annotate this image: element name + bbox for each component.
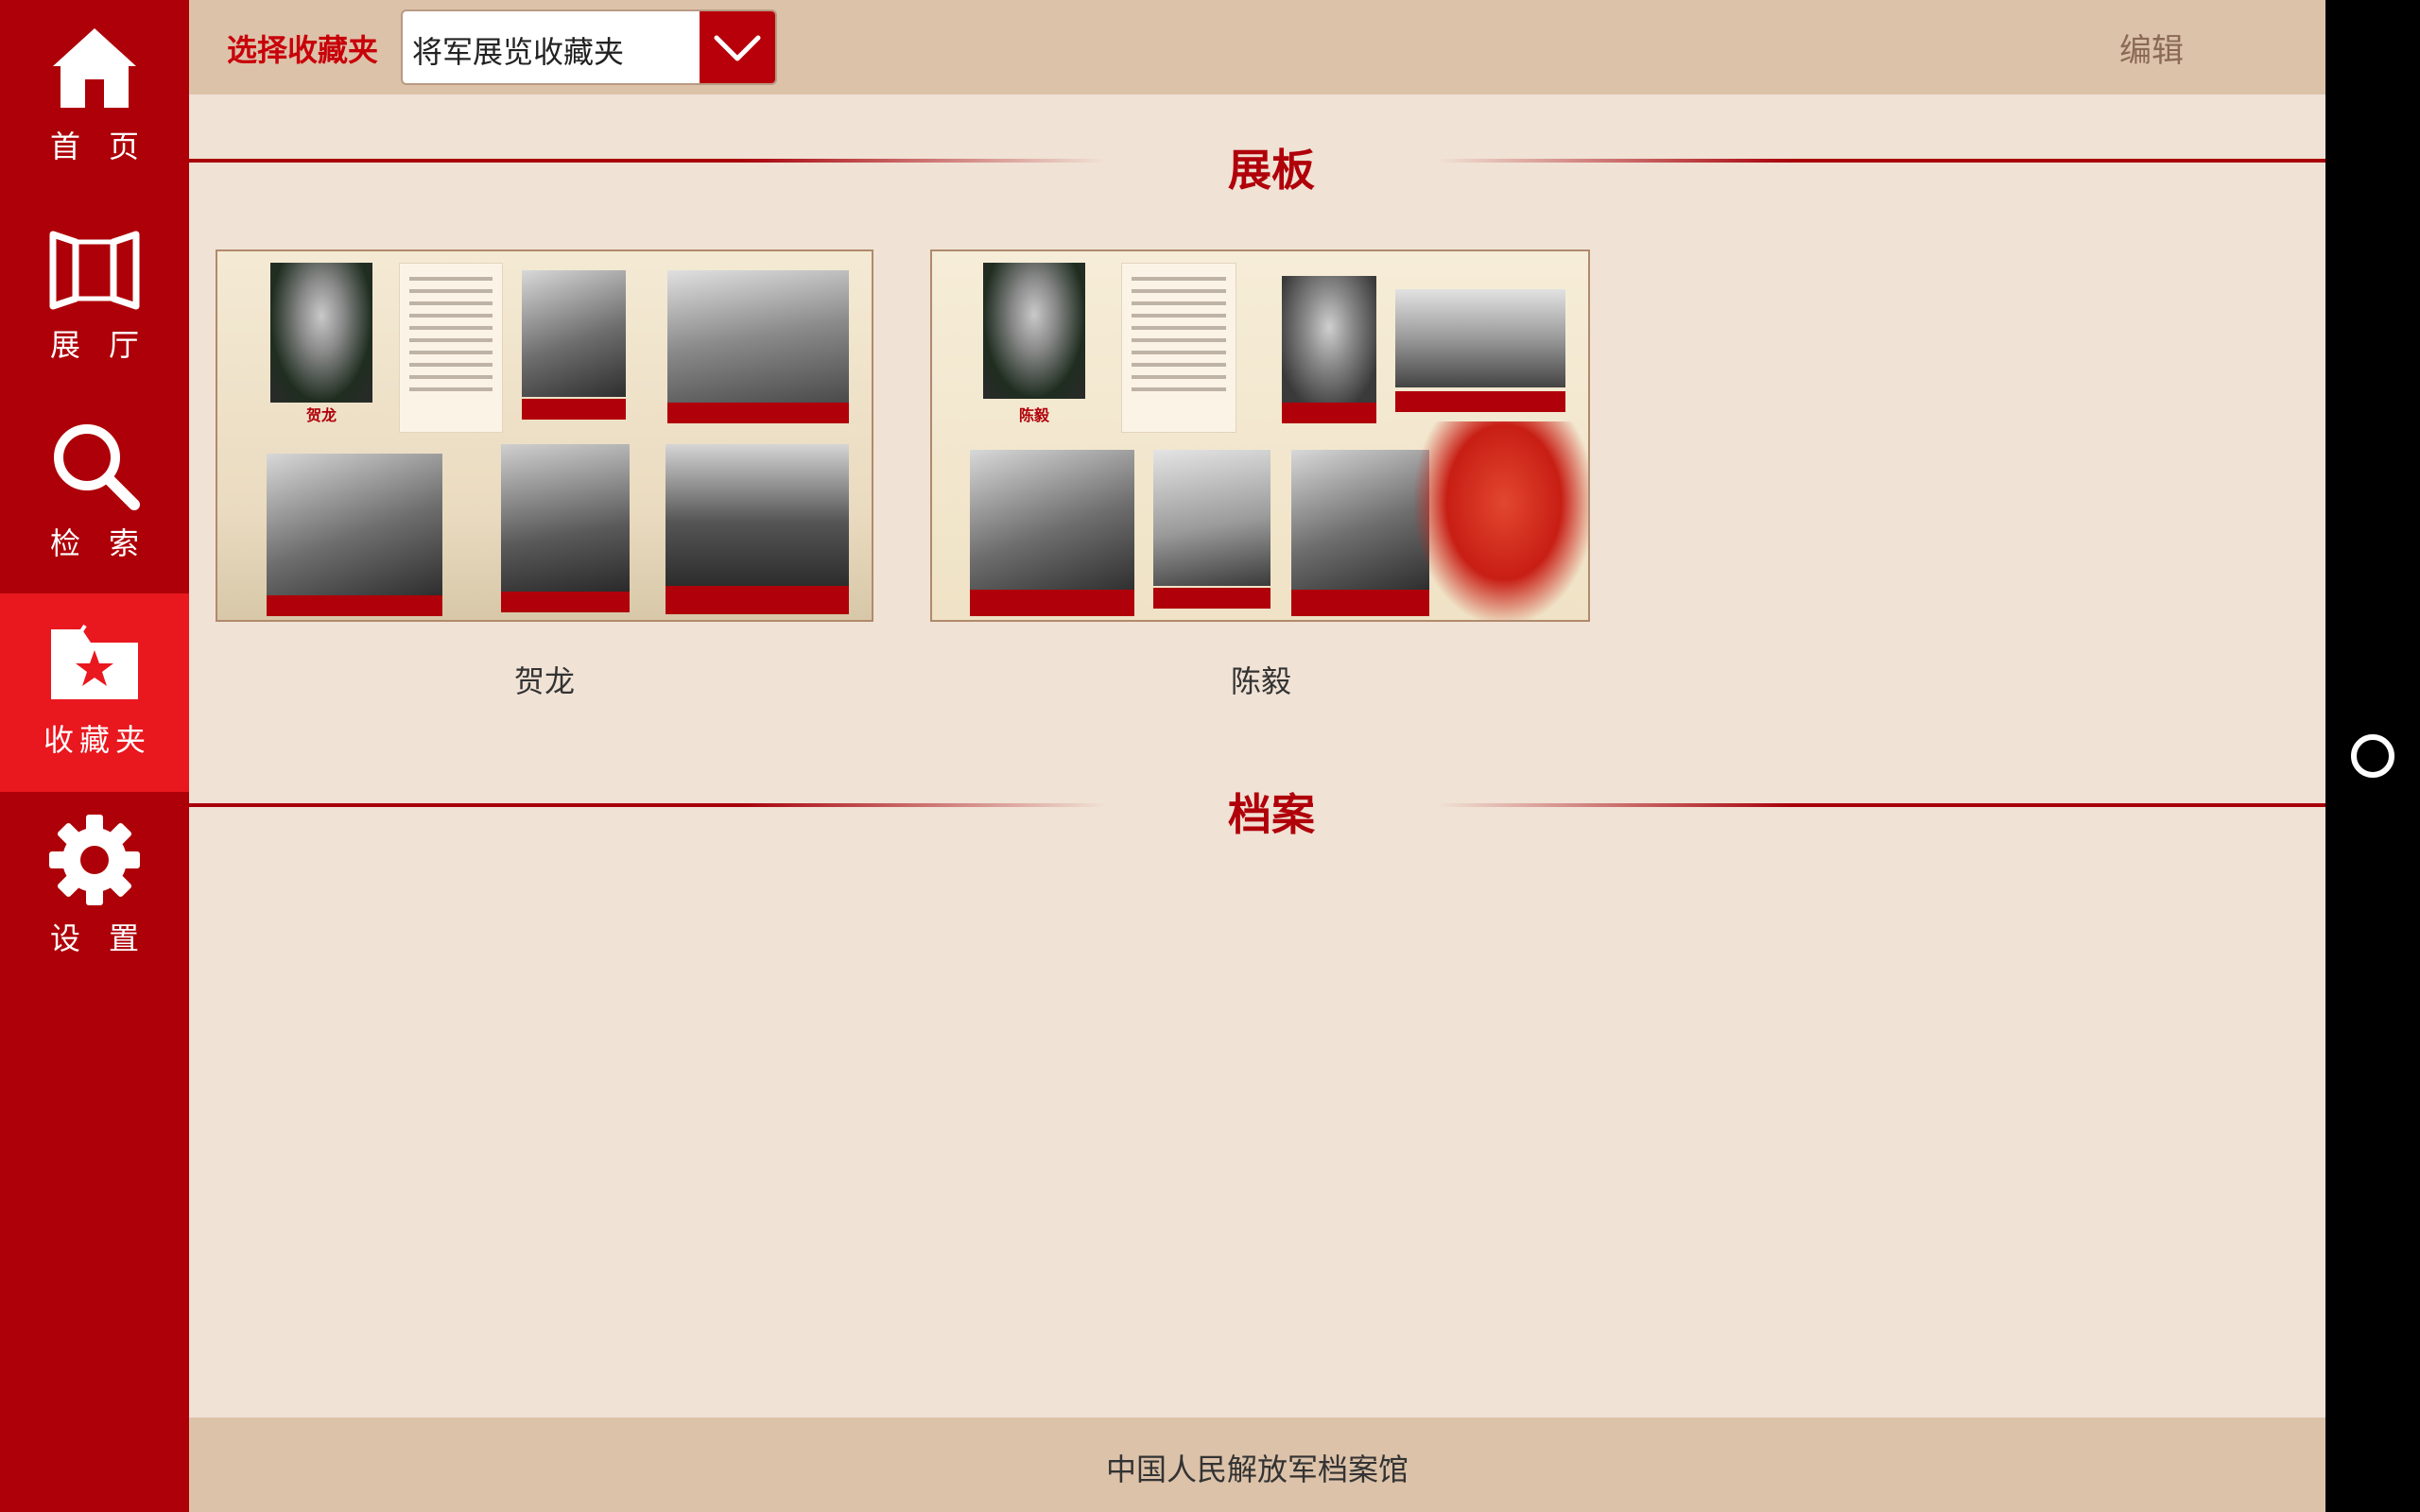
photo-caption <box>666 586 849 614</box>
portrait-photo <box>983 263 1085 399</box>
sidebar-item-search[interactable]: 检索 <box>0 397 189 595</box>
section-title: 档案 <box>1228 789 1315 840</box>
photo-caption <box>1291 590 1429 616</box>
photo <box>667 270 849 403</box>
gear-icon <box>47 813 142 907</box>
archives-section-header: 档案 <box>189 743 2325 840</box>
photo <box>1395 289 1565 387</box>
red-soldier-graphic <box>1414 421 1588 620</box>
bio-text-block <box>399 263 503 433</box>
poster-name: 贺龙 <box>305 406 337 424</box>
divider <box>189 159 1106 163</box>
dropdown-button[interactable] <box>700 11 775 83</box>
sidebar-item-label: 设置 <box>49 920 167 956</box>
chevron-down-icon <box>714 35 761 61</box>
home-circle-button[interactable] <box>2351 734 2394 778</box>
divider <box>1437 159 2325 163</box>
photo <box>267 454 442 595</box>
divider <box>1437 803 2325 807</box>
sidebar-item-favorites[interactable]: 收藏夹 <box>0 593 189 792</box>
footer: 中国人民解放军档案馆 <box>189 1418 2325 1512</box>
photo <box>1153 450 1270 586</box>
photo-caption <box>267 595 442 616</box>
sidebar-item-settings[interactable]: 设置 <box>0 792 189 990</box>
photo-caption <box>970 590 1134 616</box>
photo-caption <box>667 403 849 423</box>
folder-select[interactable]: 将军展览收藏夹 <box>401 9 777 85</box>
portrait-photo <box>270 263 372 403</box>
photo-caption <box>522 399 626 420</box>
board-card-title: 陈毅 <box>1230 663 1291 699</box>
photo-caption <box>1282 403 1376 423</box>
board-thumbnail: 陈毅 <box>932 251 1588 620</box>
photo <box>1282 276 1376 404</box>
sidebar-item-label: 收藏夹 <box>43 722 151 758</box>
photo-caption <box>1153 588 1270 609</box>
folder-select-label: 选择收藏夹 <box>227 32 379 68</box>
board-thumbnail: 贺龙 <box>217 251 872 620</box>
favorites-icon <box>47 614 142 709</box>
bio-text-block <box>1121 263 1236 433</box>
section-title: 展板 <box>1228 145 1315 196</box>
photo <box>501 444 630 592</box>
sidebar-item-label: 首页 <box>49 129 167 164</box>
hall-icon <box>47 219 142 314</box>
folder-select-value: 将军展览收藏夹 <box>412 34 625 70</box>
sidebar-item-home[interactable]: 首页 <box>0 0 189 198</box>
edit-button[interactable]: 编辑 <box>2119 25 2184 71</box>
photo <box>666 444 849 586</box>
poster-name: 陈毅 <box>1018 406 1049 424</box>
system-side-bar <box>2325 0 2420 1512</box>
divider <box>189 803 1106 807</box>
top-bar: 选择收藏夹 将军展览收藏夹 编辑 <box>189 0 2325 94</box>
sidebar-item-label: 检索 <box>49 525 167 561</box>
search-icon <box>47 418 142 512</box>
photo-caption <box>501 592 630 612</box>
board-card-title: 贺龙 <box>513 663 575 699</box>
sidebar: 首页 展厅 检索 收藏夹 设置 <box>0 0 189 1512</box>
sidebar-item-hall[interactable]: 展厅 <box>0 198 189 397</box>
photo-caption <box>1395 391 1565 412</box>
sidebar-item-label: 展厅 <box>49 327 167 363</box>
photo <box>522 270 626 397</box>
board-card-2[interactable]: 陈毅 <box>930 249 1590 622</box>
board-card-1[interactable]: 贺龙 <box>216 249 873 622</box>
home-icon <box>47 21 142 115</box>
boards-section-header: 展板 <box>189 98 2325 196</box>
footer-text: 中国人民解放军档案馆 <box>1105 1452 1409 1487</box>
photo <box>970 450 1134 592</box>
photo <box>1291 450 1429 590</box>
